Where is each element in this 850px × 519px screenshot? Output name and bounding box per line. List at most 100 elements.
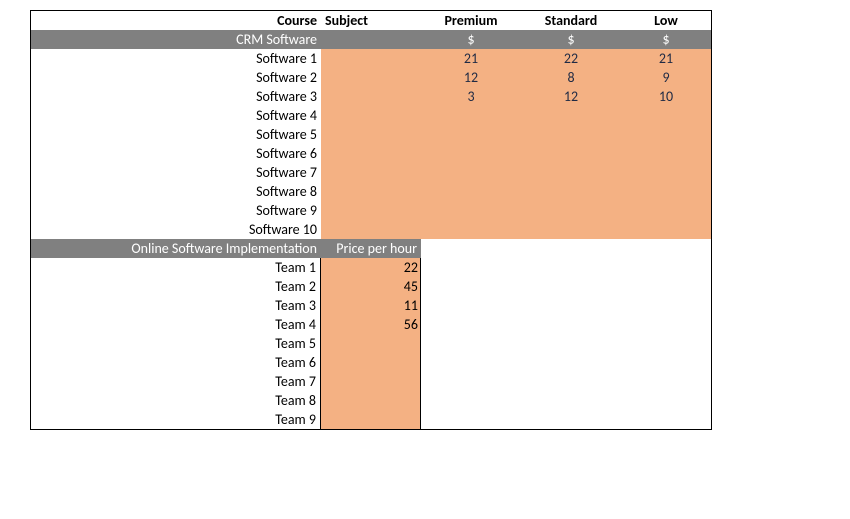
software-premium: 3 bbox=[421, 87, 521, 106]
software-premium bbox=[421, 106, 521, 125]
software-premium bbox=[421, 220, 521, 239]
software-standard: 8 bbox=[521, 68, 621, 87]
software-subject bbox=[321, 68, 421, 87]
header-standard: Standard bbox=[521, 11, 621, 30]
table-row: Team 7 bbox=[31, 372, 711, 391]
currency-premium: $ bbox=[421, 30, 521, 49]
software-premium bbox=[421, 201, 521, 220]
table-row: Software 5 bbox=[31, 125, 711, 144]
team-price bbox=[321, 372, 421, 391]
software-low: 10 bbox=[621, 87, 711, 106]
table-row: Team 1 22 bbox=[31, 258, 711, 277]
software-subject bbox=[321, 144, 421, 163]
software-premium bbox=[421, 182, 521, 201]
software-premium bbox=[421, 125, 521, 144]
team-label: Team 3 bbox=[31, 296, 321, 315]
table-row: Software 2 12 8 9 bbox=[31, 68, 711, 87]
spreadsheet: Course Subject Premium Standard Low CRM … bbox=[30, 10, 712, 430]
software-subject bbox=[321, 182, 421, 201]
table-row: Team 9 bbox=[31, 410, 711, 429]
header-course: Course bbox=[31, 11, 321, 30]
software-label: Software 8 bbox=[31, 182, 321, 201]
table-row: Software 8 bbox=[31, 182, 711, 201]
table-row: Software 6 bbox=[31, 144, 711, 163]
software-subject bbox=[321, 125, 421, 144]
team-label: Team 7 bbox=[31, 372, 321, 391]
software-low bbox=[621, 163, 711, 182]
software-label: Software 10 bbox=[31, 220, 321, 239]
currency-standard: $ bbox=[521, 30, 621, 49]
team-label: Team 8 bbox=[31, 391, 321, 410]
header-row: Course Subject Premium Standard Low bbox=[31, 11, 711, 30]
team-label: Team 2 bbox=[31, 277, 321, 296]
software-low bbox=[621, 125, 711, 144]
software-subject bbox=[321, 106, 421, 125]
team-label: Team 5 bbox=[31, 334, 321, 353]
software-low bbox=[621, 201, 711, 220]
software-standard bbox=[521, 144, 621, 163]
software-premium: 21 bbox=[421, 49, 521, 68]
header-premium: Premium bbox=[421, 11, 521, 30]
software-standard bbox=[521, 182, 621, 201]
software-low bbox=[621, 144, 711, 163]
software-premium bbox=[421, 144, 521, 163]
software-subject bbox=[321, 163, 421, 182]
software-standard bbox=[521, 125, 621, 144]
header-low: Low bbox=[621, 11, 711, 30]
software-subject bbox=[321, 87, 421, 106]
table-row: Software 1 21 22 21 bbox=[31, 49, 711, 68]
table-row: Team 4 56 bbox=[31, 315, 711, 334]
software-low: 9 bbox=[621, 68, 711, 87]
currency-low: $ bbox=[621, 30, 711, 49]
table-row: Software 4 bbox=[31, 106, 711, 125]
table-row: Software 10 bbox=[31, 220, 711, 239]
team-label: Team 1 bbox=[31, 258, 321, 277]
team-price: 22 bbox=[321, 258, 421, 277]
software-standard bbox=[521, 106, 621, 125]
software-label: Software 1 bbox=[31, 49, 321, 68]
section-impl-subhead: Price per hour bbox=[321, 239, 421, 258]
team-price: 45 bbox=[321, 277, 421, 296]
section-crm-blank bbox=[321, 30, 421, 49]
team-price bbox=[321, 391, 421, 410]
software-label: Software 9 bbox=[31, 201, 321, 220]
software-label: Software 5 bbox=[31, 125, 321, 144]
table-row: Team 8 bbox=[31, 391, 711, 410]
section-impl-title: Online Software Implementation bbox=[31, 239, 321, 258]
software-low bbox=[621, 106, 711, 125]
software-subject bbox=[321, 220, 421, 239]
team-price: 56 bbox=[321, 315, 421, 334]
table-row: Team 3 11 bbox=[31, 296, 711, 315]
software-low bbox=[621, 182, 711, 201]
team-price bbox=[321, 410, 421, 429]
software-standard bbox=[521, 220, 621, 239]
team-label: Team 9 bbox=[31, 410, 321, 429]
table-row: Software 7 bbox=[31, 163, 711, 182]
team-label: Team 6 bbox=[31, 353, 321, 372]
software-subject bbox=[321, 49, 421, 68]
software-label: Software 6 bbox=[31, 144, 321, 163]
software-standard: 22 bbox=[521, 49, 621, 68]
team-price: 11 bbox=[321, 296, 421, 315]
software-standard bbox=[521, 201, 621, 220]
team-price bbox=[321, 334, 421, 353]
software-low bbox=[621, 220, 711, 239]
section-crm-band: CRM Software $ $ $ bbox=[31, 30, 711, 49]
software-label: Software 2 bbox=[31, 68, 321, 87]
table-row: Software 3 3 12 10 bbox=[31, 87, 711, 106]
software-subject bbox=[321, 201, 421, 220]
team-label: Team 4 bbox=[31, 315, 321, 334]
section-crm-title: CRM Software bbox=[31, 30, 321, 49]
section-impl-band: Online Software Implementation Price per… bbox=[31, 239, 711, 258]
software-label: Software 4 bbox=[31, 106, 321, 125]
section-impl-blank bbox=[521, 239, 621, 258]
table-row: Team 5 bbox=[31, 334, 711, 353]
software-standard: 12 bbox=[521, 87, 621, 106]
team-price bbox=[321, 353, 421, 372]
software-low: 21 bbox=[621, 49, 711, 68]
section-impl-blank bbox=[421, 239, 521, 258]
software-standard bbox=[521, 163, 621, 182]
table-row: Team 2 45 bbox=[31, 277, 711, 296]
table-row: Software 9 bbox=[31, 201, 711, 220]
software-label: Software 3 bbox=[31, 87, 321, 106]
